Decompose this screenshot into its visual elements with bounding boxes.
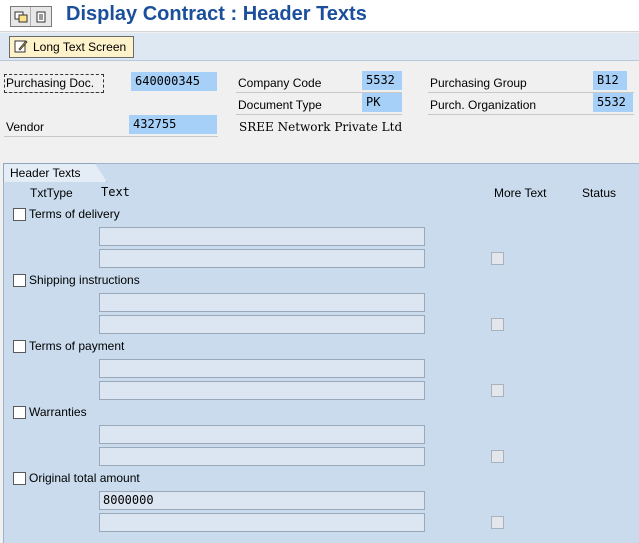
- long-text-screen-button[interactable]: Long Text Screen: [9, 36, 135, 58]
- row-checkbox[interactable]: [13, 472, 26, 485]
- purchasing-group-field[interactable]: B12: [593, 71, 627, 90]
- text-line-2[interactable]: [99, 447, 425, 466]
- text-line-1[interactable]: [99, 359, 425, 378]
- more-text-checkbox: [491, 318, 504, 331]
- contract-header: Purchasing Doc. 640000345 Company Code 5…: [0, 62, 639, 160]
- application-toolbar: Long Text Screen: [0, 33, 639, 61]
- row-checkbox[interactable]: [13, 406, 26, 419]
- long-text-screen-label: Long Text Screen: [33, 40, 127, 54]
- page-title: Display Contract : Header Texts: [66, 3, 367, 25]
- pencil-icon: [14, 39, 28, 55]
- text-line-2[interactable]: [99, 513, 425, 532]
- text-line-2[interactable]: [99, 249, 425, 268]
- row-checkbox[interactable]: [13, 340, 26, 353]
- text-line-2[interactable]: [99, 381, 425, 400]
- vendor-name: SREE Network Private Ltd: [239, 120, 403, 134]
- vendor-field[interactable]: 432755: [129, 115, 217, 134]
- tab-header-texts[interactable]: Header Texts: [3, 163, 107, 182]
- title-icon-group: [10, 6, 52, 27]
- col-txttype: TxtType: [30, 186, 73, 200]
- text-line-1[interactable]: 8000000: [99, 491, 425, 510]
- more-text-checkbox: [491, 450, 504, 463]
- col-text: Text: [101, 185, 130, 199]
- more-text-checkbox: [491, 516, 504, 529]
- more-text-checkbox: [491, 252, 504, 265]
- text-line-1[interactable]: [99, 425, 425, 444]
- text-type-label: Original total amount: [29, 471, 140, 485]
- col-status: Status: [582, 186, 617, 200]
- text-line-2[interactable]: [99, 315, 425, 334]
- row-checkbox[interactable]: [13, 208, 26, 221]
- company-code-field[interactable]: 5532: [362, 71, 402, 90]
- other-object-icon[interactable]: [11, 7, 31, 26]
- document-icon[interactable]: [31, 7, 51, 26]
- text-type-label: Shipping instructions: [29, 273, 140, 287]
- row-checkbox[interactable]: [13, 274, 26, 287]
- text-type-label: Terms of payment: [29, 339, 125, 353]
- more-text-checkbox: [491, 384, 504, 397]
- title-bar: Display Contract : Header Texts: [0, 0, 639, 32]
- purchasing-doc-field[interactable]: 640000345: [131, 72, 217, 91]
- document-type-field[interactable]: PK: [362, 93, 402, 112]
- purch-organization-field[interactable]: 5532: [593, 93, 633, 112]
- purchasing-doc-label: Purchasing Doc.: [4, 74, 104, 93]
- text-line-1[interactable]: [99, 293, 425, 312]
- text-type-label: Terms of delivery: [29, 207, 120, 221]
- col-more-text: More Text: [494, 186, 547, 200]
- text-line-1[interactable]: [99, 227, 425, 246]
- text-type-label: Warranties: [29, 405, 87, 419]
